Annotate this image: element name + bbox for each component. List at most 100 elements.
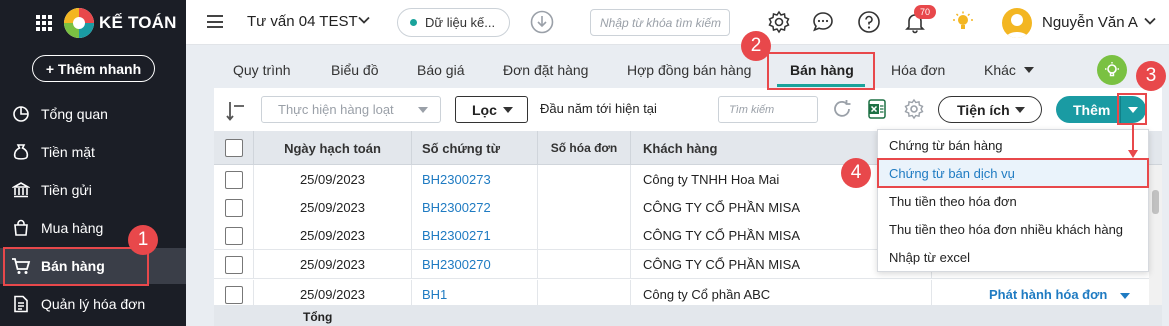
callout-badge-4: 4 bbox=[841, 158, 871, 188]
column-invoice-no[interactable]: Số hóa đơn bbox=[538, 131, 631, 165]
chat-icon[interactable] bbox=[811, 10, 835, 34]
global-search-input[interactable]: Nhập từ khóa tìm kiếm bbox=[590, 9, 730, 36]
row-checkbox-cell bbox=[214, 250, 254, 279]
select-all-checkbox[interactable] bbox=[224, 139, 243, 157]
callout-box-menu-item bbox=[877, 158, 1149, 188]
money-bag-icon bbox=[11, 142, 31, 162]
menu-item-import-excel[interactable]: Nhập từ excel bbox=[877, 243, 1149, 271]
header-checkbox-cell bbox=[214, 131, 254, 165]
bulk-action-label: Thực hiện hàng loạt bbox=[278, 102, 394, 117]
tab-workflow[interactable]: Quy trình bbox=[233, 54, 291, 86]
row-checkbox-cell bbox=[214, 165, 254, 194]
cell-invoice-no bbox=[538, 250, 631, 279]
cell-invoice-no bbox=[538, 221, 631, 250]
row-checkbox-cell bbox=[214, 221, 254, 250]
gear-icon[interactable] bbox=[767, 10, 791, 34]
cell-date: 25/09/2023 bbox=[254, 250, 412, 279]
sidebar-item-purchase[interactable]: Mua hàng bbox=[0, 210, 186, 246]
bulk-action-select[interactable]: Thực hiện hàng loạt bbox=[261, 96, 441, 123]
callout-arrow bbox=[1128, 124, 1138, 158]
column-voucher-no[interactable]: Số chứng từ bbox=[412, 131, 538, 165]
sort-arrow-icon[interactable] bbox=[226, 100, 246, 122]
row-checkbox-cell bbox=[214, 193, 254, 222]
shopping-bag-icon bbox=[11, 218, 31, 238]
callout-badge-1: 1 bbox=[128, 225, 158, 255]
caret-down-icon bbox=[1015, 107, 1025, 113]
cell-voucher-link[interactable]: BH2300272 bbox=[412, 193, 538, 222]
bank-icon bbox=[11, 180, 31, 200]
tab-other[interactable]: Khác bbox=[984, 54, 1034, 86]
tab-sales-contracts[interactable]: Hợp đồng bán hàng bbox=[627, 54, 751, 86]
tab-invoices[interactable]: Hóa đơn bbox=[891, 54, 945, 86]
chevron-down-icon[interactable] bbox=[357, 13, 371, 27]
excel-icon[interactable] bbox=[866, 98, 888, 120]
cell-voucher-link[interactable]: BH2300271 bbox=[412, 221, 538, 250]
pie-chart-icon bbox=[11, 104, 31, 124]
menu-item-collect-multi-customer[interactable]: Thu tiền theo hóa đơn nhiều khách hàng bbox=[877, 215, 1149, 243]
status-dot-icon bbox=[410, 19, 417, 26]
lightbulb-icon bbox=[1105, 62, 1119, 77]
misa-logo bbox=[64, 8, 94, 38]
column-date[interactable]: Ngày hạch toán bbox=[254, 131, 412, 165]
row-checkbox[interactable] bbox=[224, 226, 243, 245]
cell-invoice-no bbox=[538, 193, 631, 222]
chevron-down-icon[interactable] bbox=[1143, 14, 1157, 28]
caret-down-icon bbox=[1023, 67, 1034, 73]
sidebar-item-label: Tiền gửi bbox=[41, 182, 92, 198]
tab-other-label: Khác bbox=[984, 62, 1016, 78]
table-scrollbar[interactable] bbox=[1149, 165, 1162, 305]
table-footer bbox=[214, 305, 1162, 326]
issue-invoice-link[interactable]: Phát hành hóa đơn bbox=[989, 287, 1107, 302]
top-bar: Tư vấn 04 TEST Dữ liệu kế... Nhập từ khó… bbox=[186, 0, 1169, 45]
callout-box-dropdown-toggle bbox=[1117, 93, 1147, 125]
data-status-pill[interactable]: Dữ liệu kế... bbox=[397, 8, 510, 37]
apps-grid-icon[interactable] bbox=[36, 15, 52, 31]
company-selector[interactable]: Tư vấn 04 TEST bbox=[247, 13, 358, 30]
refresh-icon[interactable] bbox=[831, 98, 853, 120]
row-checkbox[interactable] bbox=[224, 170, 243, 189]
row-checkbox[interactable] bbox=[224, 198, 243, 217]
caret-down-icon bbox=[503, 107, 513, 113]
caret-down-icon[interactable] bbox=[1120, 293, 1130, 299]
callout-box-sales bbox=[3, 247, 149, 286]
settings-icon[interactable] bbox=[903, 98, 925, 120]
sidebar-item-overview[interactable]: Tổng quan bbox=[0, 96, 186, 132]
quick-add-button[interactable]: + Thêm nhanh bbox=[32, 55, 155, 82]
tab-sales-orders[interactable]: Đơn đặt hàng bbox=[503, 54, 588, 86]
scrollbar-thumb[interactable] bbox=[1152, 190, 1159, 214]
sidebar-item-cash[interactable]: Tiền mặt bbox=[0, 134, 186, 170]
menu-item-collect-by-invoice[interactable]: Thu tiền theo hóa đơn bbox=[877, 187, 1149, 215]
tab-quotes[interactable]: Báo giá bbox=[417, 54, 464, 86]
callout-badge-2: 2 bbox=[741, 31, 771, 61]
total-label: Tổng bbox=[303, 310, 333, 324]
invoice-icon bbox=[11, 294, 31, 314]
data-status-label: Dữ liệu kế... bbox=[425, 15, 496, 30]
sidebar-item-label: Mua hàng bbox=[41, 220, 104, 236]
app-title: KẾ TOÁN bbox=[99, 13, 177, 32]
callout-box-tab bbox=[767, 52, 875, 90]
sidebar-item-invoice-management[interactable]: Quản lý hóa đơn bbox=[0, 286, 186, 322]
sidebar-item-deposit[interactable]: Tiền gửi bbox=[0, 172, 186, 208]
cell-voucher-link[interactable]: BH2300273 bbox=[412, 165, 538, 194]
cell-voucher-link[interactable]: BH2300270 bbox=[412, 250, 538, 279]
lightbulb-icon[interactable] bbox=[951, 10, 975, 34]
filter-label: Lọc bbox=[472, 101, 497, 118]
sidebar-item-label: Tổng quan bbox=[41, 106, 108, 122]
user-name[interactable]: Nguyễn Văn A bbox=[1042, 14, 1138, 31]
help-icon[interactable] bbox=[857, 10, 881, 34]
suggestion-button[interactable] bbox=[1097, 55, 1127, 85]
cell-date: 25/09/2023 bbox=[254, 165, 412, 194]
row-checkbox[interactable] bbox=[224, 285, 243, 304]
menu-item-sales-voucher[interactable]: Chứng từ bán hàng bbox=[877, 131, 1149, 159]
cell-date: 25/09/2023 bbox=[254, 193, 412, 222]
row-checkbox[interactable] bbox=[224, 255, 243, 274]
period-label[interactable]: Đầu năm tới hiện tại bbox=[540, 101, 657, 116]
utility-button[interactable]: Tiện ích bbox=[938, 96, 1042, 123]
download-icon[interactable] bbox=[530, 10, 554, 34]
table-search-input[interactable]: Tìm kiếm bbox=[718, 96, 818, 123]
avatar[interactable] bbox=[1002, 8, 1032, 38]
tab-charts[interactable]: Biểu đồ bbox=[331, 54, 378, 86]
cell-invoice-no bbox=[538, 165, 631, 194]
filter-button[interactable]: Lọc bbox=[455, 96, 528, 123]
menu-icon[interactable] bbox=[207, 15, 223, 28]
